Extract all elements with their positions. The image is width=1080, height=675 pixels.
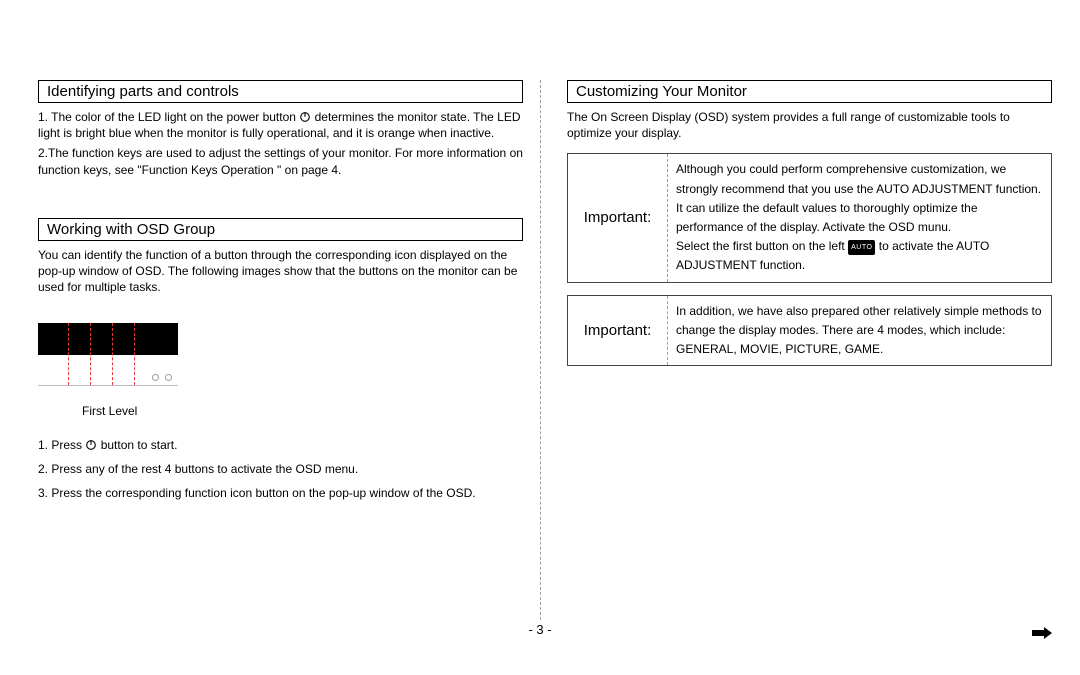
paragraph: 1. The color of the LED light on the pow…: [38, 109, 523, 141]
callout-important: Important: Although you could perform co…: [567, 153, 1052, 282]
section-heading-osd: Working with OSD Group: [38, 218, 523, 241]
auto-badge-icon: AUTO: [848, 240, 875, 255]
callout-label: Important:: [568, 296, 668, 366]
text-run: Select the first button on the left: [676, 239, 848, 253]
section-heading-customizing: Customizing Your Monitor: [567, 80, 1052, 103]
power-icon: [85, 439, 97, 451]
power-icon: [299, 111, 311, 123]
paragraph: You can identify the function of a butto…: [38, 247, 523, 296]
text-run: 1. The color of the LED light on the pow…: [38, 110, 299, 124]
next-page-arrow-icon: [1032, 627, 1052, 639]
figure-caption: First Level: [82, 404, 523, 418]
paragraph: The On Screen Display (OSD) system provi…: [567, 109, 1052, 141]
step-list: 1. Press button to start. 2. Press any o…: [38, 438, 523, 500]
callout-important: Important: In addition, we have also pre…: [567, 295, 1052, 367]
column-divider: [540, 80, 541, 620]
section-body: You can identify the function of a butto…: [38, 247, 523, 296]
text-run: 1. Press: [38, 438, 85, 452]
page-number: - 3 -: [0, 622, 1080, 637]
step-item: 1. Press button to start.: [38, 438, 523, 452]
right-column: Customizing Your Monitor The On Screen D…: [545, 80, 1052, 675]
text-run: button to start.: [101, 438, 178, 452]
step-item: 2. Press any of the rest 4 buttons to ac…: [38, 462, 523, 476]
callout-label: Important:: [568, 154, 668, 281]
manual-page: Identifying parts and controls 1. The co…: [0, 0, 1080, 675]
monitor-bezel-graphic: [38, 323, 178, 355]
callout-body: Although you could perform comprehensive…: [668, 154, 1051, 281]
left-column: Identifying parts and controls 1. The co…: [38, 80, 545, 675]
section-body: The On Screen Display (OSD) system provi…: [567, 109, 1052, 141]
callout-body: In addition, we have also prepared other…: [668, 296, 1051, 366]
text-run: It can utilize the default values to tho…: [676, 201, 978, 234]
paragraph: 2.The function keys are used to adjust t…: [38, 145, 523, 177]
osd-button-lines: [38, 355, 178, 386]
section-heading-identifying: Identifying parts and controls: [38, 80, 523, 103]
step-item: 3. Press the corresponding function icon…: [38, 486, 523, 500]
section-body: 1. The color of the LED light on the pow…: [38, 109, 523, 178]
osd-figure: First Level: [38, 323, 523, 418]
text-run: Although you could perform comprehensive…: [676, 162, 1041, 195]
